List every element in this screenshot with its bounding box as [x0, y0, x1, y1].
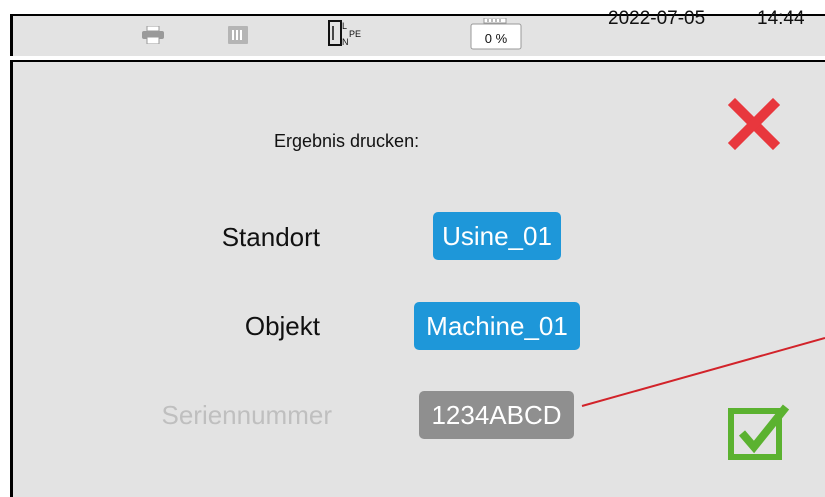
seriennummer-field[interactable]: 1234ABCD [419, 391, 574, 439]
status-time: 14:44 [757, 8, 805, 29]
device-screen: L N PE 0 % 2022-07-05 14:44 Ergebnis dru… [0, 0, 825, 497]
dialog-prompt: Ergebnis drucken: [274, 131, 420, 151]
standort-label: Standort [221, 222, 320, 252]
memory-card-icon [228, 26, 248, 44]
objekt-field[interactable]: Machine_01 [414, 302, 580, 350]
print-dialog [10, 60, 825, 497]
network-label-l: L [342, 21, 347, 31]
seriennummer-label: Seriennummer [161, 400, 332, 430]
battery-level: 0 % [485, 31, 508, 46]
check-icon[interactable] [728, 403, 792, 461]
network-label-n: N [342, 37, 349, 47]
network-label-pe: PE [349, 29, 361, 39]
network-lnpe-icon: L N PE [328, 20, 361, 47]
close-icon[interactable] [728, 98, 780, 150]
objekt-label: Objekt [244, 311, 320, 341]
battery-icon: 0 % [470, 18, 522, 50]
printer-icon [142, 26, 164, 44]
status-date: 2022-07-05 [608, 8, 706, 29]
standort-field[interactable]: Usine_01 [433, 212, 561, 260]
